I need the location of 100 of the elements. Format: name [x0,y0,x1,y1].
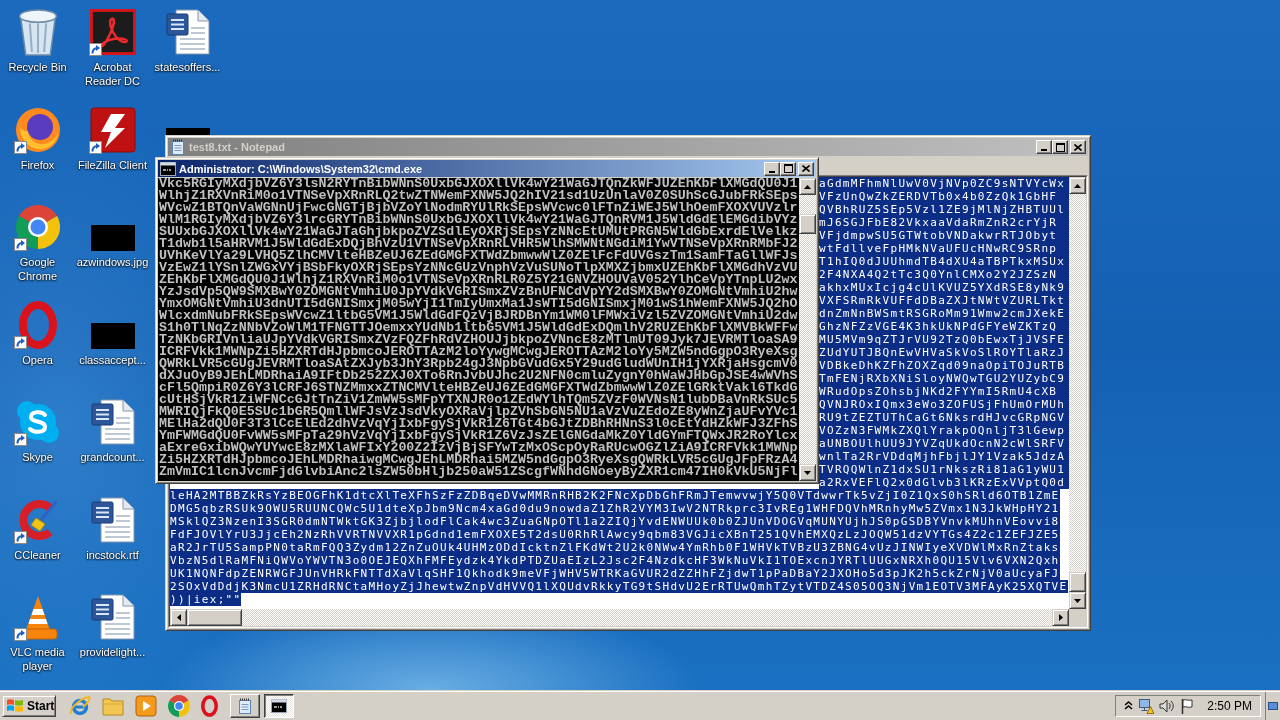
firefox-icon[interactable] [14,106,61,153]
scroll-down-button[interactable] [1069,592,1086,609]
scroll-down-button[interactable] [799,464,816,481]
notepad-icon [237,697,253,714]
console-line: YmFWMGdQU0FvWW5sMFpTa29hVzVqYjIxbFgySjVkR1Z6VzJsZElGNGdaMkZ0YldGYmFTQWxJR2RoYlcx [159,430,798,442]
icon-label[interactable]: statesoffers... [154,60,221,74]
maximize-button[interactable] [1052,140,1068,154]
window-title: test8.txt - Notepad [189,141,285,153]
console-line: UVhKeVlYa29LVHQ5ZlhCMVlteHBZeUJ6ZEdGMGFXTWdZbmwwWlZ0ZElFcFdUVGszTm1SamFTaGllWFJs [159,250,798,262]
maximize-icon [1055,142,1065,152]
icon-label[interactable]: Opera [22,352,53,367]
icon-label[interactable]: Skype [22,450,53,464]
scroll-left-button[interactable] [170,609,187,626]
image-thumbnail[interactable] [90,225,135,251]
chrome-icon[interactable] [15,205,60,249]
console-line: MElHa2dQU0F3T3lCcElEd2dhVzVqYjIxbFgySjVkR1Z6TGt4bGJtZDBhRHNnS3l0cEtYdHZkWFJ3ZFhS [159,418,798,430]
icon-label[interactable]: azwindows.jpg [76,255,149,269]
minimize-icon [1041,149,1047,151]
opera-icon[interactable] [18,300,57,349]
icon-label[interactable]: CCleaner [14,547,61,562]
windows-flag-icon [6,697,24,714]
close-button[interactable] [1070,140,1086,154]
taskbar-button[interactable] [264,693,294,718]
down-arrow-icon [1074,598,1081,603]
down-arrow-icon [804,470,811,475]
command-prompt-icon [271,698,287,713]
console-line: T1dwb1l5aHRVM1J5WldGdExDQjBhVzU1VTNSeVpXRnRLVHR5WlhSMWNtNGdiM1YwVTNSeVpXRnRMbFJ2 [159,238,798,250]
flag-icon[interactable] [1180,697,1195,714]
desktop-icon [1268,701,1278,710]
ccleaner-icon[interactable] [16,498,59,541]
console-line: WlM1RGIyMXdjbVZ6Y3lrcGRYTnBibWNnS0UxbGJXOXllVk4wY21WaGJTQnRVM1J5WldGdElEMGdibVYz [159,214,798,226]
console-line: YzJsdVp5QW9SMXBwY0ZOMGNtVmhiU0JpYVdkVGRISmxZVzBnUFNCdVpYY2dSMXBwY0ZOMGNtVmhiU2hw [159,286,798,298]
text-area[interactable] [170,489,1069,609]
console-line: ICRFVkk1MWNpZi5HZXRTdHJpbmcoJEROTTAzM2loYywgMCwgJEROTTAzM2loYy5MZW5ndGgpO3RyeXsg [159,346,798,358]
notepad-icon [170,139,186,155]
minimize-icon [769,170,775,173]
icon-label[interactable]: providelight... [79,645,146,659]
internet-explorer-icon[interactable] [69,694,91,717]
console-line: YmxOMGNtVmhiU3dnUTI5dGNISmxjM05wYjI1TmIyUmxMa1JsWTI5dGNISmxjM01wS1hWemFXNW5JQ2hO [159,298,798,310]
lightning-bolt-icon[interactable] [89,106,136,153]
start-button[interactable]: Start [2,694,56,717]
vertical-scrollbar[interactable] [1069,177,1086,609]
icon-label[interactable]: Firefox [20,157,55,172]
icon-label[interactable]: Google Chrome [1,255,74,283]
skype-icon[interactable] [16,401,59,443]
document-icon[interactable] [165,9,210,55]
close-icon [1074,143,1082,151]
vertical-scrollbar[interactable] [799,178,816,481]
image-thumbnail[interactable] [165,127,210,135]
minimize-button[interactable] [764,161,780,176]
console-line: cFl5QmpiR0Z6Y3lCRFJ6STNZMmxxZTNCMVlteHBZeUJ6ZEdGMGFXTWdZbmwwWlZ0ZElGRktVakl6TkdG [159,382,798,394]
console-line: ZEhKbFlXMGdQU0J1WlhjZ1RXVnRiM0o1VTNSeVpXRnRLR0Z5Y21GNVZHOUVaV052YlhCeVpYTnpLU2wx [159,274,798,286]
icon-label[interactable]: VLC media player [1,645,74,673]
horizontal-scrollbar[interactable] [170,609,1069,626]
console-line: Zi5HZXRTdHJpbmcoJEhLMDRhaiwgMCwgJEhLMDRhai5MZW5ndGgpO3RyeXsgQWRkLVR5cGUgJFpFRzA4 [159,454,798,466]
maximize-button[interactable] [780,161,796,176]
show-desktop-button[interactable] [1265,691,1280,720]
chrome-icon[interactable] [168,694,190,717]
acrobat-icon[interactable] [89,9,136,55]
icon-label[interactable]: grandcount... [80,450,145,464]
close-button[interactable] [798,161,814,176]
document-icon[interactable] [90,496,135,543]
console-line: aExreGxibWQwYUYwcE8zMXlaWFIxY200Z2IzVjBjSFYwTzMxOScpOyRaRUcwOGZlZiA9ICRFVkk1MWNp [159,442,798,454]
icon-label[interactable]: Acrobat Reader DC [76,60,149,88]
console-line: ZmVmIC1lcnJvcmFjdGlvbiAnc2lsZW50bHljb250aW51ZScgfWNhdGNoeyByZXR1cm47IH0kVkU5NjFl [159,466,798,478]
scrollbar-thumb[interactable] [187,609,242,626]
console-line: SUUxbGJXOXllVk4wY21WaGJTaGhjbkpoZVZSdlEyOXRjSEpsYzNNcEtUMUtPRGN5WldGbExrdElVelkz [159,226,798,238]
command-prompt-icon [160,161,176,176]
clock[interactable]: 2:50 PM [1207,698,1252,713]
minimize-button[interactable] [1036,140,1052,154]
scrollbar-thumb[interactable] [1069,572,1086,592]
console-line: Vkc5RGIyMXdjbVZ6Y3lsN2RYTnBibWNnS0UxbGJXOXllVk4wY21WaGJTQnZkWFJUZEhKbFlXMGdQU0J1 [159,178,798,190]
recycle-bin-icon[interactable] [17,8,58,56]
document-icon[interactable] [90,399,135,445]
icon-label[interactable]: Recycle Bin [8,60,67,74]
console-line: WlcxdmNubFRkSEpsWVcwZ1ltbG5VM1J5WldGdFQzVjBJRDBnYm1WM0lFMWxiVzl5ZVZOMGNtVmhiU2dw [159,310,798,322]
window-title: Administrator: C:\Windows\System32\cmd.exe [179,162,423,175]
up-arrow-icon [804,184,811,189]
console-line: cUtHSjVkR1ZiWFNCcGJtTnZiV1ZmWW5sMFpYTXNJR0o1ZEdWYlhTQm5ZVzF0WVNsN1lubDBaVnRkSUc5 [159,394,798,406]
icon-label[interactable]: classaccept... [79,352,146,367]
scroll-up-button[interactable] [799,178,816,195]
up-arrow-icon [1074,183,1081,188]
console-line: MWRIQjFkQ0E5SUc1bGR5QmllWFJsVzJsdVkyOXRaVjlpZVhSbGN5NU1aVzVuZEdoZE8yWnZjaUFvYVc1 [159,406,798,418]
icon-label[interactable]: incstock.rtf [86,547,139,562]
scroll-up-button[interactable] [1069,177,1086,194]
console-line: dXJuOyB9JEhLMDRhaiA9IFtDb252ZXJ0XTo6RnJvbUJhc2U2NFN0cmluZygnY0hWaWJHbGpJSE4wWVhS [159,370,798,382]
maximize-icon [783,164,793,173]
opera-icon[interactable] [201,694,218,717]
right-arrow-icon [1058,614,1063,621]
network-icon[interactable] [1138,697,1155,714]
image-thumbnail[interactable] [90,322,135,349]
speaker-icon[interactable] [1159,697,1176,714]
scrollbar-thumb[interactable] [799,214,816,234]
scroll-right-button[interactable] [1052,609,1069,626]
chevron-up-icon[interactable] [1124,701,1134,710]
console-line: TzNKbGRIVnliaUJpYVdkVGRISmxZVzFQZFhRdVZHOUJjbkpoZVNncE8zMTlmUT09Jyk7JEVRMTloaSA9 [159,334,798,346]
console-line: VzEwZ1lYSnlZWGxVYjBSbFkyOXRjSEpsYzNNcGUzVnphVzVuSUNoTlpXMXZjbmxUZEhKbFlXMGdhVzVU [159,262,798,274]
media-player-icon[interactable] [135,694,157,717]
icon-label[interactable]: FileZilla Client [77,157,148,172]
document-icon[interactable] [90,594,135,640]
